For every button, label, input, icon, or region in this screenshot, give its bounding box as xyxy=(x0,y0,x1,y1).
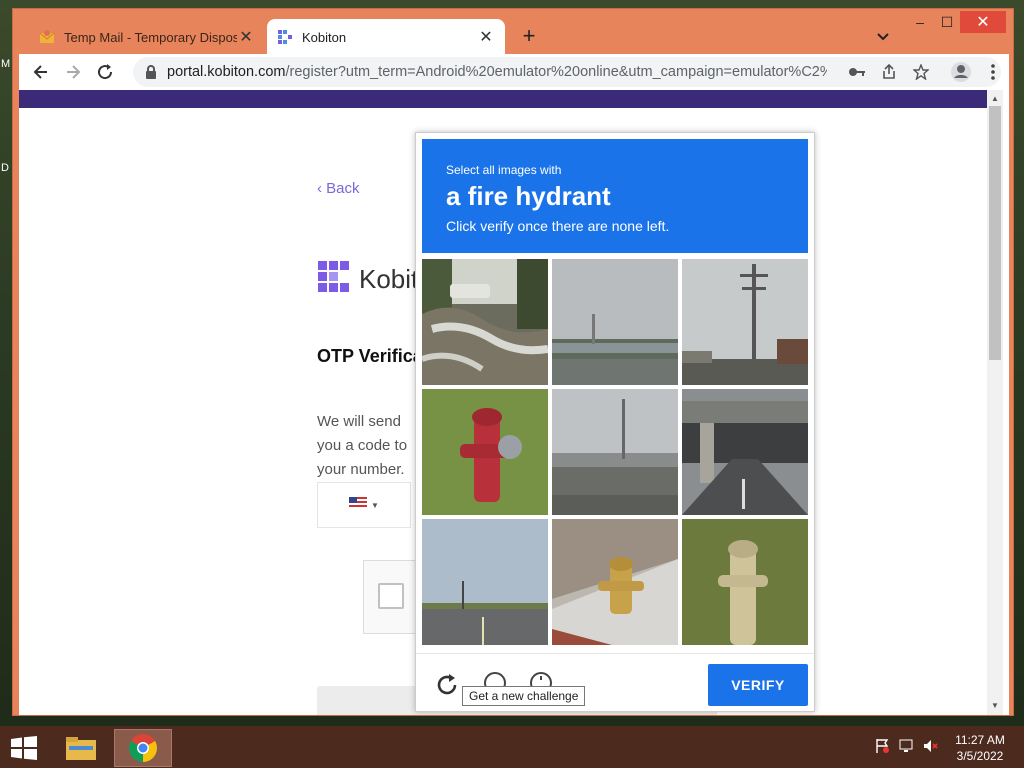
tab-title: Temp Mail - Temporary Disposab xyxy=(64,29,237,45)
taskbar: 11:27 AM 3/5/2022 xyxy=(0,726,1024,768)
image-tile-under-bridge[interactable] xyxy=(682,389,808,515)
image-tile-snowy-yard[interactable] xyxy=(422,259,548,385)
scroll-thumb[interactable] xyxy=(989,106,1001,360)
image-grid xyxy=(422,259,808,645)
tab-title: Kobiton xyxy=(302,29,347,45)
desktop-edge: M D xyxy=(1,58,11,174)
forward-arrow-icon[interactable] xyxy=(61,60,85,84)
recaptcha-checkbox[interactable] xyxy=(378,583,404,609)
dropdown-caret-icon: ▼ xyxy=(371,500,379,510)
reload-challenge-icon[interactable] xyxy=(434,672,460,698)
tab-kobiton[interactable]: Kobiton ✕ xyxy=(267,19,505,55)
kobiton-logo-icon xyxy=(277,29,293,45)
back-link[interactable]: ‹ Back xyxy=(317,180,360,197)
browser-window: Temp Mail - Temporary Disposab ✕ Kobiton… xyxy=(12,8,1014,716)
scroll-up-icon[interactable]: ▲ xyxy=(991,94,999,103)
image-tile-highway[interactable] xyxy=(552,389,678,515)
profile-avatar-icon[interactable] xyxy=(949,60,973,84)
url-host: portal.kobiton.com xyxy=(167,64,286,80)
image-tile-utility-pole[interactable] xyxy=(682,259,808,385)
country-code-select[interactable]: ▼ xyxy=(317,482,411,528)
image-tile-overpass[interactable] xyxy=(552,259,678,385)
file-explorer-icon[interactable] xyxy=(52,729,110,767)
image-tile-hydrant-grass[interactable] xyxy=(422,389,548,515)
instruction-line: Select all images with xyxy=(446,163,562,177)
challenge-header: Select all images with a fire hydrant Cl… xyxy=(422,139,808,253)
flag-notification-icon[interactable] xyxy=(874,738,890,757)
share-icon[interactable] xyxy=(877,60,901,84)
instruction-target: a fire hydrant xyxy=(446,181,611,211)
windows-start-icon[interactable] xyxy=(10,736,38,760)
tooltip: Get a new challenge xyxy=(462,686,586,706)
kobiton-logo-icon xyxy=(317,260,351,299)
image-tile-hydrant-sidewalk[interactable] xyxy=(552,519,678,645)
minimize-button[interactable]: – xyxy=(908,11,932,33)
network-icon[interactable] xyxy=(898,738,914,757)
clock-time: 11:27 AM xyxy=(955,733,1005,747)
envelope-icon xyxy=(39,29,55,45)
header-bar xyxy=(19,90,987,108)
instruction-hint: Click verify once there are none left. xyxy=(446,218,670,234)
url-path: /register?utm_term=Android%20emulator%20… xyxy=(285,64,827,80)
scroll-down-icon[interactable]: ▼ xyxy=(991,701,999,710)
image-tile-intersection[interactable] xyxy=(422,519,548,645)
close-tab-icon[interactable]: ✕ xyxy=(237,28,255,46)
otp-description: We will send you a code to your number. xyxy=(317,413,408,478)
recaptcha-anchor xyxy=(363,560,423,634)
bookmark-star-icon[interactable] xyxy=(909,60,933,84)
clock-date: 3/5/2022 xyxy=(956,749,1004,763)
recaptcha-challenge: Select all images with a fire hydrant Cl… xyxy=(415,132,815,712)
browser-toolbar: portal.kobiton.com/register?utm_term=And… xyxy=(19,54,1009,90)
lock-icon xyxy=(144,64,160,80)
tab-search-chevron-icon[interactable] xyxy=(873,27,893,47)
new-tab-button[interactable]: + xyxy=(517,23,541,48)
page-viewport: ‹ Back Kobiton OTP Verification We will … xyxy=(19,90,1009,715)
us-flag-icon xyxy=(349,496,368,514)
challenge-footer: Get a new challenge VERIFY xyxy=(416,653,814,711)
system-clock[interactable]: 11:27 AM 3/5/2022 xyxy=(940,732,1020,764)
verify-button[interactable]: VERIFY xyxy=(708,664,808,706)
volume-muted-icon[interactable] xyxy=(922,738,938,757)
key-icon[interactable] xyxy=(845,60,869,84)
address-bar[interactable]: portal.kobiton.com/register?utm_term=And… xyxy=(133,57,1001,87)
close-tab-icon[interactable]: ✕ xyxy=(477,28,495,46)
back-arrow-icon[interactable] xyxy=(29,60,53,84)
scrollbar[interactable]: ▲ ▼ xyxy=(987,90,1003,715)
tab-strip: Temp Mail - Temporary Disposab ✕ Kobiton… xyxy=(13,9,1013,55)
image-tile-hydrant-field[interactable] xyxy=(682,519,808,645)
reload-icon[interactable] xyxy=(93,60,117,84)
menu-kebab-icon[interactable] xyxy=(981,60,1005,84)
close-window-button[interactable]: ✕ xyxy=(960,11,1006,33)
maximize-button[interactable]: ☐ xyxy=(935,11,959,33)
url-text: portal.kobiton.com/register?utm_term=And… xyxy=(167,64,827,80)
tab-temp-mail[interactable]: Temp Mail - Temporary Disposab ✕ xyxy=(29,19,265,55)
chrome-taskbar-icon[interactable] xyxy=(114,729,172,767)
